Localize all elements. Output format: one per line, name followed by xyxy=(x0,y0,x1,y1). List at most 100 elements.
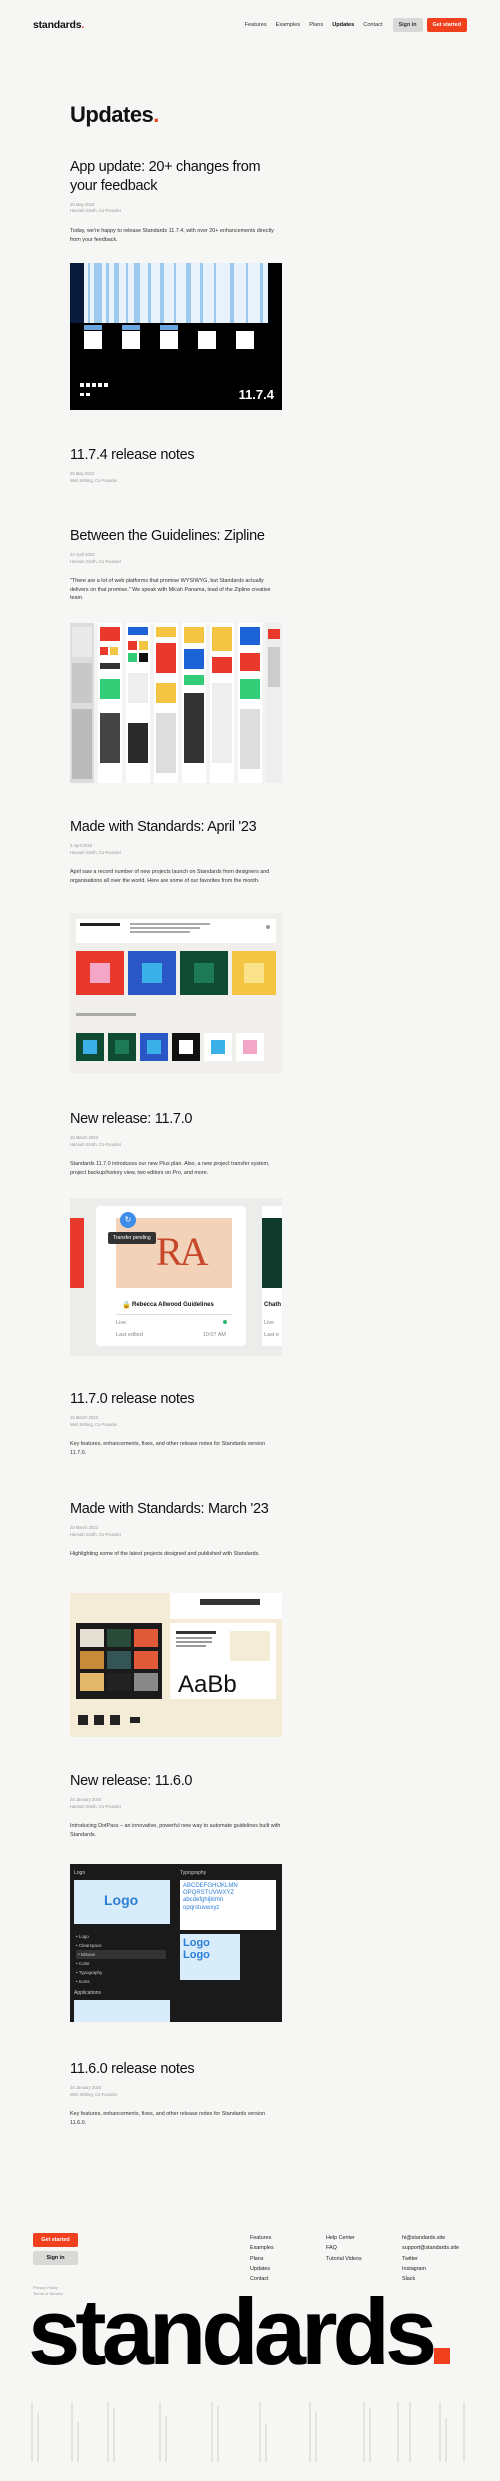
lock-icon: 🔒 xyxy=(122,1302,131,1309)
post-card[interactable]: App update: 20+ changes from your feedba… xyxy=(70,158,282,244)
footer-wordmark: standards xyxy=(28,2285,451,2379)
version-label: 11.7.4 xyxy=(238,387,274,402)
post-meta: 25 May 2023 Hannah Smith, Co-Founder xyxy=(70,201,122,214)
footer-link[interactable]: Updates xyxy=(250,2264,274,2274)
post-excerpt: "There are a lot of web platforms that p… xyxy=(70,578,271,602)
ruler-graphic xyxy=(31,2402,465,2462)
footer-link[interactable]: support@standards.site xyxy=(402,2243,459,2253)
peek-card-left xyxy=(70,1218,84,1288)
peek-name: Chath xyxy=(264,1302,281,1308)
post-excerpt: Key features, enhancements, fixes, and o… xyxy=(70,2111,266,2126)
post-image-1160[interactable]: Logo Typography Logo • Logo • Clearspace •… xyxy=(70,1864,282,2022)
nav-plans[interactable]: Plans xyxy=(309,22,323,28)
footer-col-2: Help Center FAQ Tutorial Videos xyxy=(326,2233,362,2264)
peek-edited: Last e xyxy=(264,1332,279,1338)
post-card[interactable]: Made with Standards: April '23 3 April 2… xyxy=(70,818,282,885)
post-excerpt: Today, we're happy to release Standards … xyxy=(70,228,274,243)
footer-link[interactable]: Help Center xyxy=(326,2233,362,2243)
nav-features[interactable]: Features xyxy=(245,22,267,28)
post-card[interactable]: Made with Standards: March '23 28 March … xyxy=(70,1500,282,1559)
post-image-1174[interactable]: 11.7.4 xyxy=(70,263,282,410)
post-title[interactable]: Between the Guidelines: Zipline xyxy=(70,527,282,546)
post-title[interactable]: New release: 11.7.0 xyxy=(70,1110,282,1129)
post-title[interactable]: 11.7.0 release notes xyxy=(70,1390,282,1409)
post-meta: 22 April 2023 Hannah Smith, Co-Founder xyxy=(70,551,122,564)
peek-card-right: Chath Live Last e xyxy=(262,1206,282,1346)
logo-preview: Logo xyxy=(74,1880,170,1924)
site-logo[interactable]: standards. xyxy=(33,19,84,31)
project-thumbnail: RA xyxy=(116,1218,232,1288)
post-image-zipline[interactable] xyxy=(70,623,282,783)
nav-updates[interactable]: Updates xyxy=(332,22,354,28)
panel-typo-head: Typography xyxy=(180,1870,207,1876)
panel-logo-head: Logo xyxy=(74,1870,86,1876)
post-meta: 3 April 2023 Hannah Smith, Co-Founder xyxy=(70,842,122,855)
typography-preview: ABCDEFGHIJKLMN OPQRSTUVWXYZ abcdefghijklmn… xyxy=(180,1880,276,1930)
nav-examples[interactable]: Examples xyxy=(276,22,301,28)
post-meta: 15 March 2023 Hannah Smith, Co-Founder xyxy=(70,1134,122,1147)
march-collage xyxy=(76,1593,282,1725)
logo-preview-text: Logo xyxy=(104,1892,139,1908)
post-meta: 25 January 2023 Web Writing, Co-Founder xyxy=(70,2084,118,2097)
transfer-tooltip: Transfer pending xyxy=(108,1232,156,1244)
logo-variants: Logo Logo xyxy=(180,1934,240,1980)
post-title[interactable]: 11.6.0 release notes xyxy=(70,2060,282,2079)
type-specimen: AaBb xyxy=(178,1671,237,1698)
top-nav: standards. Features Examples Plans Updat… xyxy=(33,14,467,36)
ra-monogram: RA xyxy=(156,1229,209,1274)
post-image-april[interactable] xyxy=(70,913,282,1073)
zipline-collage xyxy=(70,623,282,783)
footer-col-3: hi@standards.site support@standards.site… xyxy=(402,2233,459,2284)
wordmark-dot xyxy=(434,2348,451,2364)
edited-time: 10:07 AM xyxy=(202,1332,226,1338)
sign-in-button[interactable]: Sign in xyxy=(392,18,423,32)
post-image-1170[interactable]: RA ↻ Transfer pending Rebecca Allwood Gu… xyxy=(70,1198,282,1356)
footer-get-started-button[interactable]: Get started xyxy=(33,2233,78,2247)
footer-link[interactable]: Plans xyxy=(250,2254,274,2264)
post-excerpt: Key features, enhancements, fixes, and o… xyxy=(70,1441,266,1456)
post-card[interactable]: New release: 11.7.0 15 March 2023 Hannah … xyxy=(70,1110,282,1177)
panel-menu[interactable]: • Logo • Clearspace • Misuse • Color • Typog… xyxy=(76,1932,166,1986)
post-meta: 15 March 2023 Web Writing, Co-Founder xyxy=(70,1414,118,1427)
post-title[interactable]: Made with Standards: March '23 xyxy=(70,1500,282,1519)
nav-contact[interactable]: Contact xyxy=(363,22,382,28)
post-title[interactable]: App update: 20+ changes from your feedba… xyxy=(70,158,282,196)
post-card[interactable]: New release: 11.6.0 25 January 2023 Hanna… xyxy=(70,1772,282,1839)
footer-link[interactable]: Features xyxy=(250,2233,274,2243)
post-meta: 25 January 2023 Hannah Smith, Co-Founder xyxy=(70,1796,122,1809)
post-meta: 25 May 2023 Web Writing, Co-Founder xyxy=(70,470,118,483)
post-excerpt: Introducing DotPass – an innovative, pow… xyxy=(70,1823,281,1838)
post-title[interactable]: New release: 11.6.0 xyxy=(70,1772,282,1791)
footer-col-1: Features Examples Plans Updates Contact xyxy=(250,2233,274,2284)
project-name[interactable]: Rebecca Allwood Guidelines xyxy=(132,1302,214,1308)
post-excerpt: Highlighting some of the latest projects… xyxy=(70,1551,260,1558)
april-collage xyxy=(76,919,276,1061)
footer-link[interactable]: Instagram xyxy=(402,2264,459,2274)
post-title[interactable]: 11.7.4 release notes xyxy=(70,446,282,465)
apps-preview xyxy=(74,2000,170,2022)
footer-link[interactable]: Examples xyxy=(250,2243,274,2253)
transfer-icon: ↻ xyxy=(120,1212,136,1228)
footer-link[interactable]: Tutorial Videos xyxy=(326,2254,362,2264)
post-image-march[interactable]: AaBb xyxy=(70,1593,282,1737)
footer-link[interactable]: hi@standards.site xyxy=(402,2233,459,2243)
peek-thumb xyxy=(262,1218,282,1288)
post-meta: 28 March 2023 Hannah Smith, Co-Founder xyxy=(70,1524,122,1537)
post-title[interactable]: Made with Standards: April '23 xyxy=(70,818,282,837)
page-title: Updates. xyxy=(70,102,159,127)
post-card[interactable]: 11.6.0 release notes 25 January 2023 Web … xyxy=(70,2060,282,2127)
footer-link[interactable]: Twitter xyxy=(402,2254,459,2264)
divider xyxy=(116,1314,232,1315)
get-started-button[interactable]: Get started xyxy=(426,18,467,32)
peek-status: Live xyxy=(264,1320,275,1326)
project-card[interactable]: RA ↻ Transfer pending Rebecca Allwood Gu… xyxy=(96,1206,246,1346)
status-label: Live xyxy=(116,1320,127,1326)
post-card[interactable]: 11.7.4 release notes 25 May 2023 Web Writ… xyxy=(70,446,282,484)
panel-apps: Applications xyxy=(74,1990,101,1996)
nav-links: Features Examples Plans Updates Contact … xyxy=(236,18,467,32)
post-card[interactable]: 11.7.0 release notes 15 March 2023 Web Wr… xyxy=(70,1390,282,1457)
footer-link[interactable]: FAQ xyxy=(326,2243,362,2253)
post-card[interactable]: Between the Guidelines: Zipline 22 April… xyxy=(70,527,282,602)
post-excerpt: Standards 11.7.0 introduces our new Plus… xyxy=(70,1161,270,1176)
footer-sign-in-button[interactable]: Sign in xyxy=(33,2251,78,2265)
